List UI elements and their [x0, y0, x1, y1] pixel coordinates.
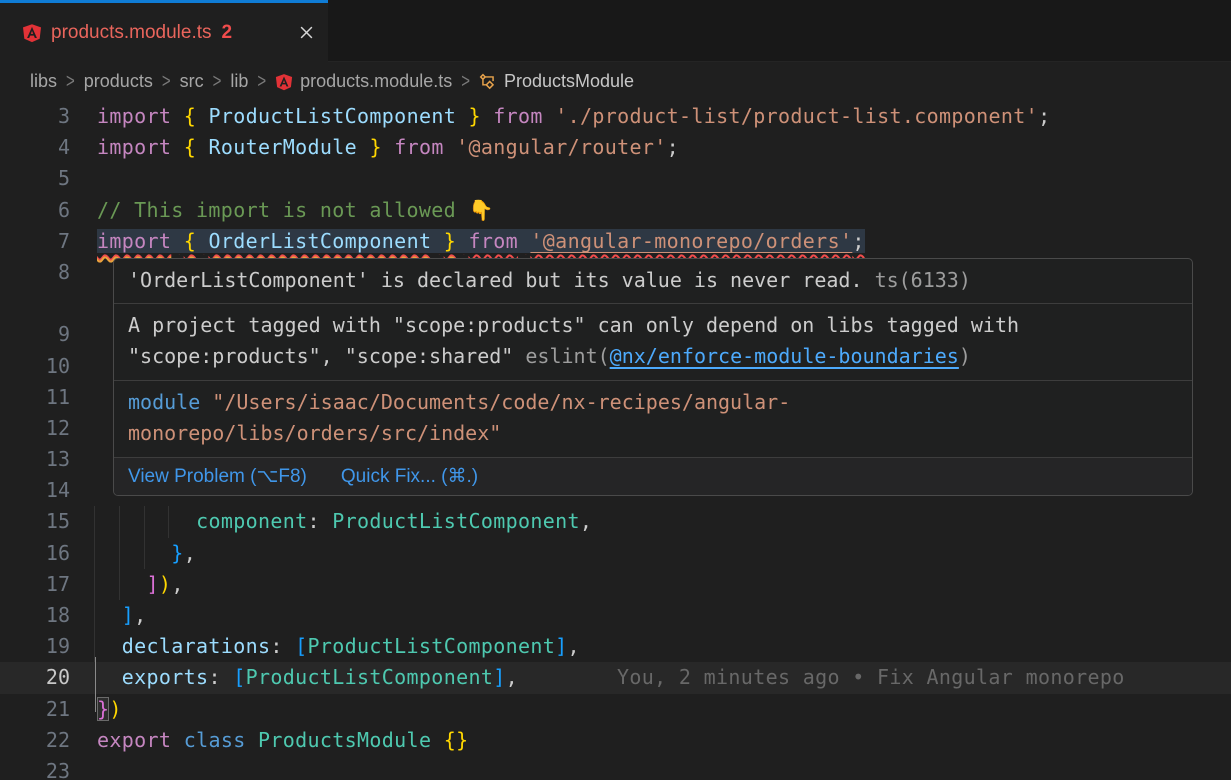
ts-message: 'OrderListComponent' is declared but its…: [128, 268, 863, 292]
line-number: 18: [0, 600, 70, 631]
line-number: 14: [0, 475, 70, 506]
popup-module-info: module "/Users/isaac/Documents/code/nx-r…: [114, 381, 1192, 458]
breadcrumb-item-products-module-ts[interactable]: products.module.ts: [300, 71, 452, 92]
line-number: 15: [0, 506, 70, 537]
eslint-rule-link[interactable]: @nx/enforce-module-boundaries: [610, 344, 959, 368]
chevron-right-icon: >: [213, 70, 222, 93]
git-blame-annotation: You, 2 minutes ago • Fix Angular monorep…: [617, 662, 1125, 693]
popup-action-bar: View Problem (⌥F8) Quick Fix... (⌘.): [114, 458, 1192, 495]
module-path-line2: monorepo/libs/orders/src/index": [128, 421, 501, 445]
code-line-15[interactable]: 15 component: ProductListComponent,: [0, 506, 1231, 537]
tab-products-module[interactable]: products.module.ts 2: [0, 0, 328, 62]
line-number: 13: [0, 444, 70, 475]
class-symbol-icon: [479, 73, 497, 91]
code-line-22[interactable]: 22export class ProductsModule {}: [0, 725, 1231, 756]
chevron-right-icon: >: [162, 70, 171, 93]
angular-icon: [275, 73, 293, 91]
module-path-line1: "/Users/isaac/Documents/code/nx-recipes/…: [212, 390, 790, 414]
line-number: 5: [0, 163, 70, 194]
code-line-4[interactable]: 4import { RouterModule } from '@angular/…: [0, 132, 1231, 163]
popup-ts-diagnostic: 'OrderListComponent' is declared but its…: [114, 259, 1192, 304]
code-line-21[interactable]: 21}): [0, 694, 1231, 725]
ts-source: ts(6133): [875, 268, 971, 292]
popup-eslint-diagnostic: A project tagged with "scope:products" c…: [114, 304, 1192, 381]
code-line-3[interactable]: 3import { ProductListComponent } from '.…: [0, 101, 1231, 132]
line-number: 16: [0, 538, 70, 569]
line-number: 7: [0, 226, 70, 257]
error-hover-popup: 'OrderListComponent' is declared but its…: [113, 258, 1193, 496]
line-number: 12: [0, 413, 70, 444]
close-icon[interactable]: [299, 25, 314, 40]
tab-filename: products.module.ts: [51, 22, 212, 44]
eslint-source-suffix: ): [959, 344, 971, 368]
eslint-message-line2: "scope:products", "scope:shared": [128, 344, 513, 368]
vscode-window: products.module.ts 2 libs>products>src>l…: [0, 0, 1231, 780]
line-number: 4: [0, 132, 70, 163]
indent-guide: [94, 600, 95, 631]
line-number: 9: [0, 319, 70, 350]
code-line-16[interactable]: 16 },: [0, 538, 1231, 569]
tab-error-count-badge: 2: [222, 22, 233, 44]
chevron-right-icon: >: [257, 70, 266, 93]
line-number: 11: [0, 382, 70, 413]
line-number: 3: [0, 101, 70, 132]
chevron-right-icon: >: [66, 70, 75, 93]
eslint-source-prefix: eslint(: [525, 344, 609, 368]
breadcrumb-item-lib[interactable]: lib: [230, 71, 248, 92]
indent-guide: [94, 506, 95, 537]
code-line-19[interactable]: 19 declarations: [ProductListComponent],: [0, 631, 1231, 662]
line-number: 20: [0, 662, 70, 693]
line-number: 19: [0, 631, 70, 662]
view-problem-button[interactable]: View Problem (⌥F8): [128, 465, 307, 488]
code-line-20[interactable]: 20 exports: [ProductListComponent],You, …: [0, 662, 1231, 693]
breadcrumb-item-products[interactable]: products: [84, 71, 153, 92]
line-number: 8: [0, 257, 70, 288]
quick-fix-button[interactable]: Quick Fix... (⌘.): [341, 465, 478, 488]
line-number: 21: [0, 694, 70, 725]
eslint-message-line1: A project tagged with "scope:products" c…: [128, 310, 1178, 341]
active-indent-guide: [95, 657, 96, 712]
code-line-6[interactable]: 6// This import is not allowed 👇: [0, 195, 1231, 226]
line-number: 23: [0, 756, 70, 780]
indent-guide: [94, 569, 95, 600]
breadcrumb-item-libs[interactable]: libs: [30, 71, 57, 92]
indent-guide: [94, 538, 95, 569]
breadcrumb-item-productsmodule[interactable]: ProductsModule: [504, 71, 634, 92]
line-number: 22: [0, 725, 70, 756]
code-line-18[interactable]: 18 ],: [0, 600, 1231, 631]
code-line-5[interactable]: 5: [0, 163, 1231, 194]
line-number: 10: [0, 351, 70, 382]
breadcrumb: libs > products > src > lib > products.module.ts…: [0, 62, 1231, 101]
line-number: 6: [0, 195, 70, 226]
line-number: 17: [0, 569, 70, 600]
code-line-17[interactable]: 17 ]),: [0, 569, 1231, 600]
module-keyword: module: [128, 390, 200, 414]
tab-bar: products.module.ts 2: [0, 0, 1231, 62]
breadcrumb-item-src[interactable]: src: [180, 71, 204, 92]
code-line-23[interactable]: 23: [0, 756, 1231, 780]
angular-file-icon: [22, 23, 42, 43]
chevron-right-icon: >: [461, 70, 470, 93]
error-squiggle-range: import { OrderListComponent } from '@ang…: [97, 229, 865, 253]
code-line-7[interactable]: 7 import { OrderListComponent } from '@an…: [0, 226, 1231, 257]
